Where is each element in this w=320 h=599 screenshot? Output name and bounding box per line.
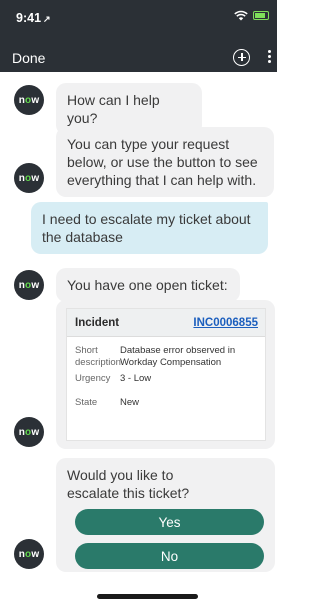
home-indicator[interactable] xyxy=(97,594,198,599)
bot-message: You can type your request below, or use … xyxy=(56,127,274,197)
ticket-type: Incident xyxy=(75,316,120,329)
header-bar: 9:41 ↗ Done xyxy=(0,0,277,72)
bot-avatar: now xyxy=(14,85,44,115)
short-description-label: Short description xyxy=(75,345,121,368)
ticket-row-state: State New xyxy=(67,397,265,409)
battery-icon xyxy=(253,11,269,20)
more-vertical-icon[interactable] xyxy=(268,50,272,66)
bot-avatar: now xyxy=(14,163,44,193)
ticket-number-link[interactable]: INC0006855 xyxy=(193,317,258,329)
location-arrow-icon: ↗ xyxy=(43,14,51,24)
state-label: State xyxy=(75,397,98,408)
escalate-question: Would you like to escalate this ticket? xyxy=(67,467,190,501)
no-button[interactable]: No xyxy=(75,543,264,569)
status-icons xyxy=(234,10,269,21)
status-time: 9:41 ↗ xyxy=(16,11,51,25)
ticket-row-short-description: Short description Database error observe… xyxy=(67,345,265,369)
done-button[interactable]: Done xyxy=(12,50,45,66)
user-message: I need to escalate my ticket about the d… xyxy=(31,202,268,254)
ticket-card[interactable]: Incident INC0006855 Short description Da… xyxy=(66,308,266,441)
urgency-value: 3 - Low xyxy=(120,373,152,384)
status-time-text: 9:41 xyxy=(16,11,42,25)
bot-avatar: now xyxy=(14,539,44,569)
state-value: New xyxy=(120,397,140,408)
short-description-value: Database error observed in Workday Compe… xyxy=(120,345,236,368)
bot-avatar: now xyxy=(14,417,44,447)
bot-message: You have one open ticket: xyxy=(56,268,240,302)
ticket-card-header: Incident INC0006855 xyxy=(67,309,265,337)
ticket-row-urgency: Urgency 3 - Low xyxy=(67,373,265,385)
bot-avatar: now xyxy=(14,270,44,300)
urgency-label: Urgency xyxy=(75,373,111,384)
plus-circle-icon[interactable] xyxy=(233,49,250,66)
wifi-icon xyxy=(234,10,248,21)
yes-button[interactable]: Yes xyxy=(75,509,264,535)
